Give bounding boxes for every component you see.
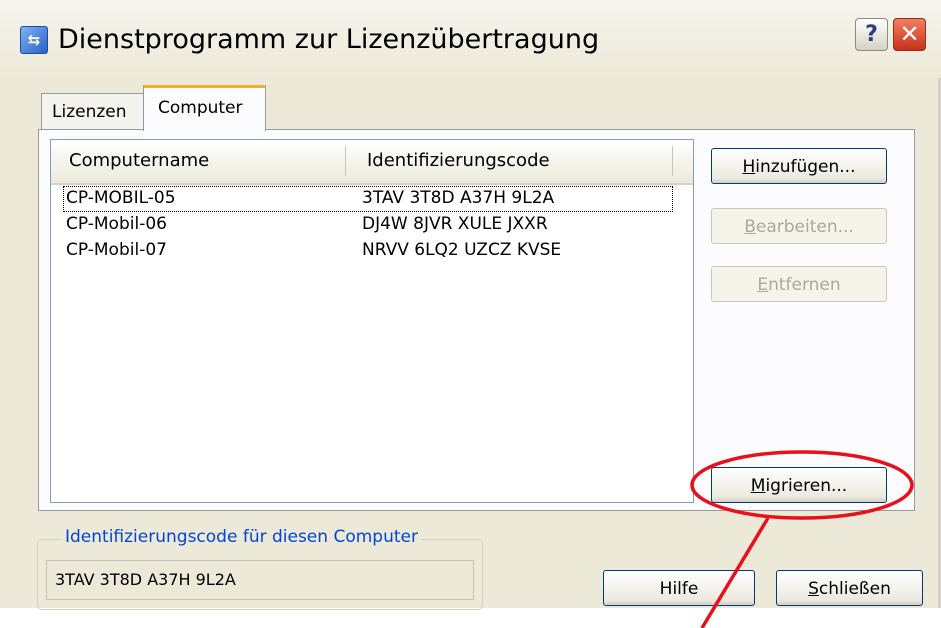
remove-button[interactable]: Entfernen <box>711 266 887 302</box>
help-title-button[interactable]: ? <box>855 18 888 51</box>
identification-code-cell: DJ4W 8JVR XULE JXXR <box>362 214 548 234</box>
close-window-button[interactable]: ✕ <box>893 18 926 51</box>
app-icon: ⇆ <box>20 26 48 54</box>
edit-button[interactable]: Bearbeiten... <box>711 208 887 244</box>
column-header-computername[interactable]: Computername <box>69 150 209 171</box>
tab-lizenzen[interactable]: Lizenzen <box>41 93 144 129</box>
license-transfer-window: ⇆ Dienstprogramm zur Lizenzübertragung ?… <box>0 0 941 610</box>
tab-computer[interactable]: Computer <box>143 85 266 131</box>
identification-code-cell: 3TAV 3T8D A37H 9L2A <box>362 188 555 208</box>
close-button[interactable]: Schließen <box>776 570 923 606</box>
window-title: Dienstprogramm zur Lizenzübertragung <box>58 24 600 55</box>
list-item[interactable]: CP-MOBIL-05 3TAV 3T8D A37H 9L2A <box>63 186 673 212</box>
migrate-button[interactable]: Migrieren... <box>711 467 887 503</box>
column-separator[interactable] <box>672 146 673 176</box>
list-header: Computername Identifizierungscode <box>51 140 693 185</box>
computer-list[interactable]: Computername Identifizierungscode CP-MOB… <box>50 139 694 503</box>
this-computer-code-field[interactable]: 3TAV 3T8D A37H 9L2A <box>46 560 474 600</box>
help-button[interactable]: Hilfe <box>603 570 755 606</box>
list-body: CP-MOBIL-05 3TAV 3T8D A37H 9L2A CP-Mobil… <box>63 186 673 264</box>
list-item[interactable]: CP-Mobil-06 DJ4W 8JVR XULE JXXR <box>63 212 673 238</box>
computer-name-cell: CP-Mobil-07 <box>66 240 167 260</box>
title-bar[interactable]: ⇆ Dienstprogramm zur Lizenzübertragung ?… <box>0 0 941 78</box>
column-separator[interactable] <box>345 146 346 176</box>
computer-name-cell: CP-Mobil-06 <box>66 214 167 234</box>
this-computer-legend: Identifizierungscode für diesen Computer <box>61 527 422 547</box>
column-header-identifizierungscode[interactable]: Identifizierungscode <box>367 150 550 171</box>
list-item[interactable]: CP-Mobil-07 NRVV 6LQ2 UZCZ KVSE <box>63 238 673 264</box>
computer-name-cell: CP-MOBIL-05 <box>66 188 176 208</box>
add-button[interactable]: Hinzufügen... <box>711 148 887 184</box>
identification-code-cell: NRVV 6LQ2 UZCZ KVSE <box>362 240 562 260</box>
